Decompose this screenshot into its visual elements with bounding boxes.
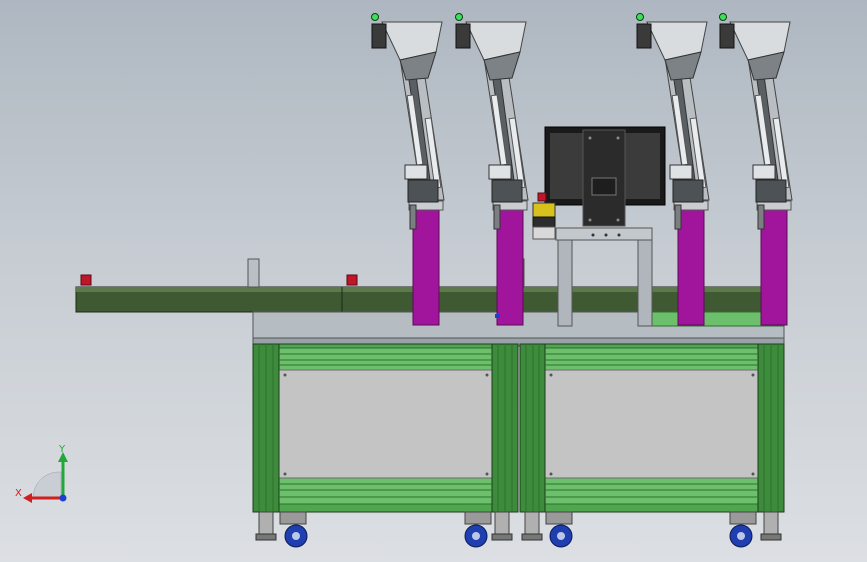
part-marker <box>495 314 500 318</box>
gripper <box>669 164 693 180</box>
support-bracket <box>493 204 501 230</box>
feeder-column <box>760 204 788 326</box>
gripper-block <box>755 179 787 203</box>
support-bracket <box>674 204 682 230</box>
gripper-block <box>672 179 704 203</box>
feeder-column <box>677 204 705 326</box>
feeder-motor <box>719 23 735 49</box>
belt-sensor-post <box>247 258 525 288</box>
assembly-model[interactable] <box>0 0 867 562</box>
feeder-column <box>412 204 440 326</box>
support-bracket <box>409 204 417 230</box>
emergency-stop-button[interactable] <box>80 274 358 286</box>
emergency-stop-button <box>537 192 547 202</box>
status-beacon <box>719 13 727 21</box>
gripper <box>752 164 776 180</box>
status-beacon <box>636 13 644 21</box>
x-axis-arrow <box>23 493 32 503</box>
feeder-column <box>496 204 524 326</box>
hmi-monitor[interactable] <box>544 126 666 227</box>
machine-frame[interactable] <box>252 311 785 513</box>
gripper <box>488 164 512 180</box>
bowl-feeder-assembly[interactable] <box>455 13 529 326</box>
access-panel <box>544 369 759 479</box>
gripper-block <box>491 179 523 203</box>
graphics-viewport[interactable]: Y X <box>0 0 867 562</box>
gripper-block <box>407 179 439 203</box>
bowl-feeder-assembly[interactable] <box>719 13 793 326</box>
x-axis-label: X <box>15 488 22 499</box>
coordinate-triad: Y X <box>15 444 68 503</box>
status-beacon <box>455 13 463 21</box>
triad-plane <box>32 471 62 499</box>
gripper <box>404 164 428 180</box>
support-bracket <box>757 204 765 230</box>
feeder-motor <box>455 23 471 49</box>
y-axis-label: Y <box>58 444 66 455</box>
caster-wheel <box>255 511 782 548</box>
feeder-motor <box>371 23 387 49</box>
z-axis <box>59 494 67 502</box>
feeder-motor <box>636 23 652 49</box>
status-beacon <box>371 13 379 21</box>
bowl-feeder-assembly[interactable] <box>371 13 445 326</box>
access-panel <box>278 369 493 479</box>
